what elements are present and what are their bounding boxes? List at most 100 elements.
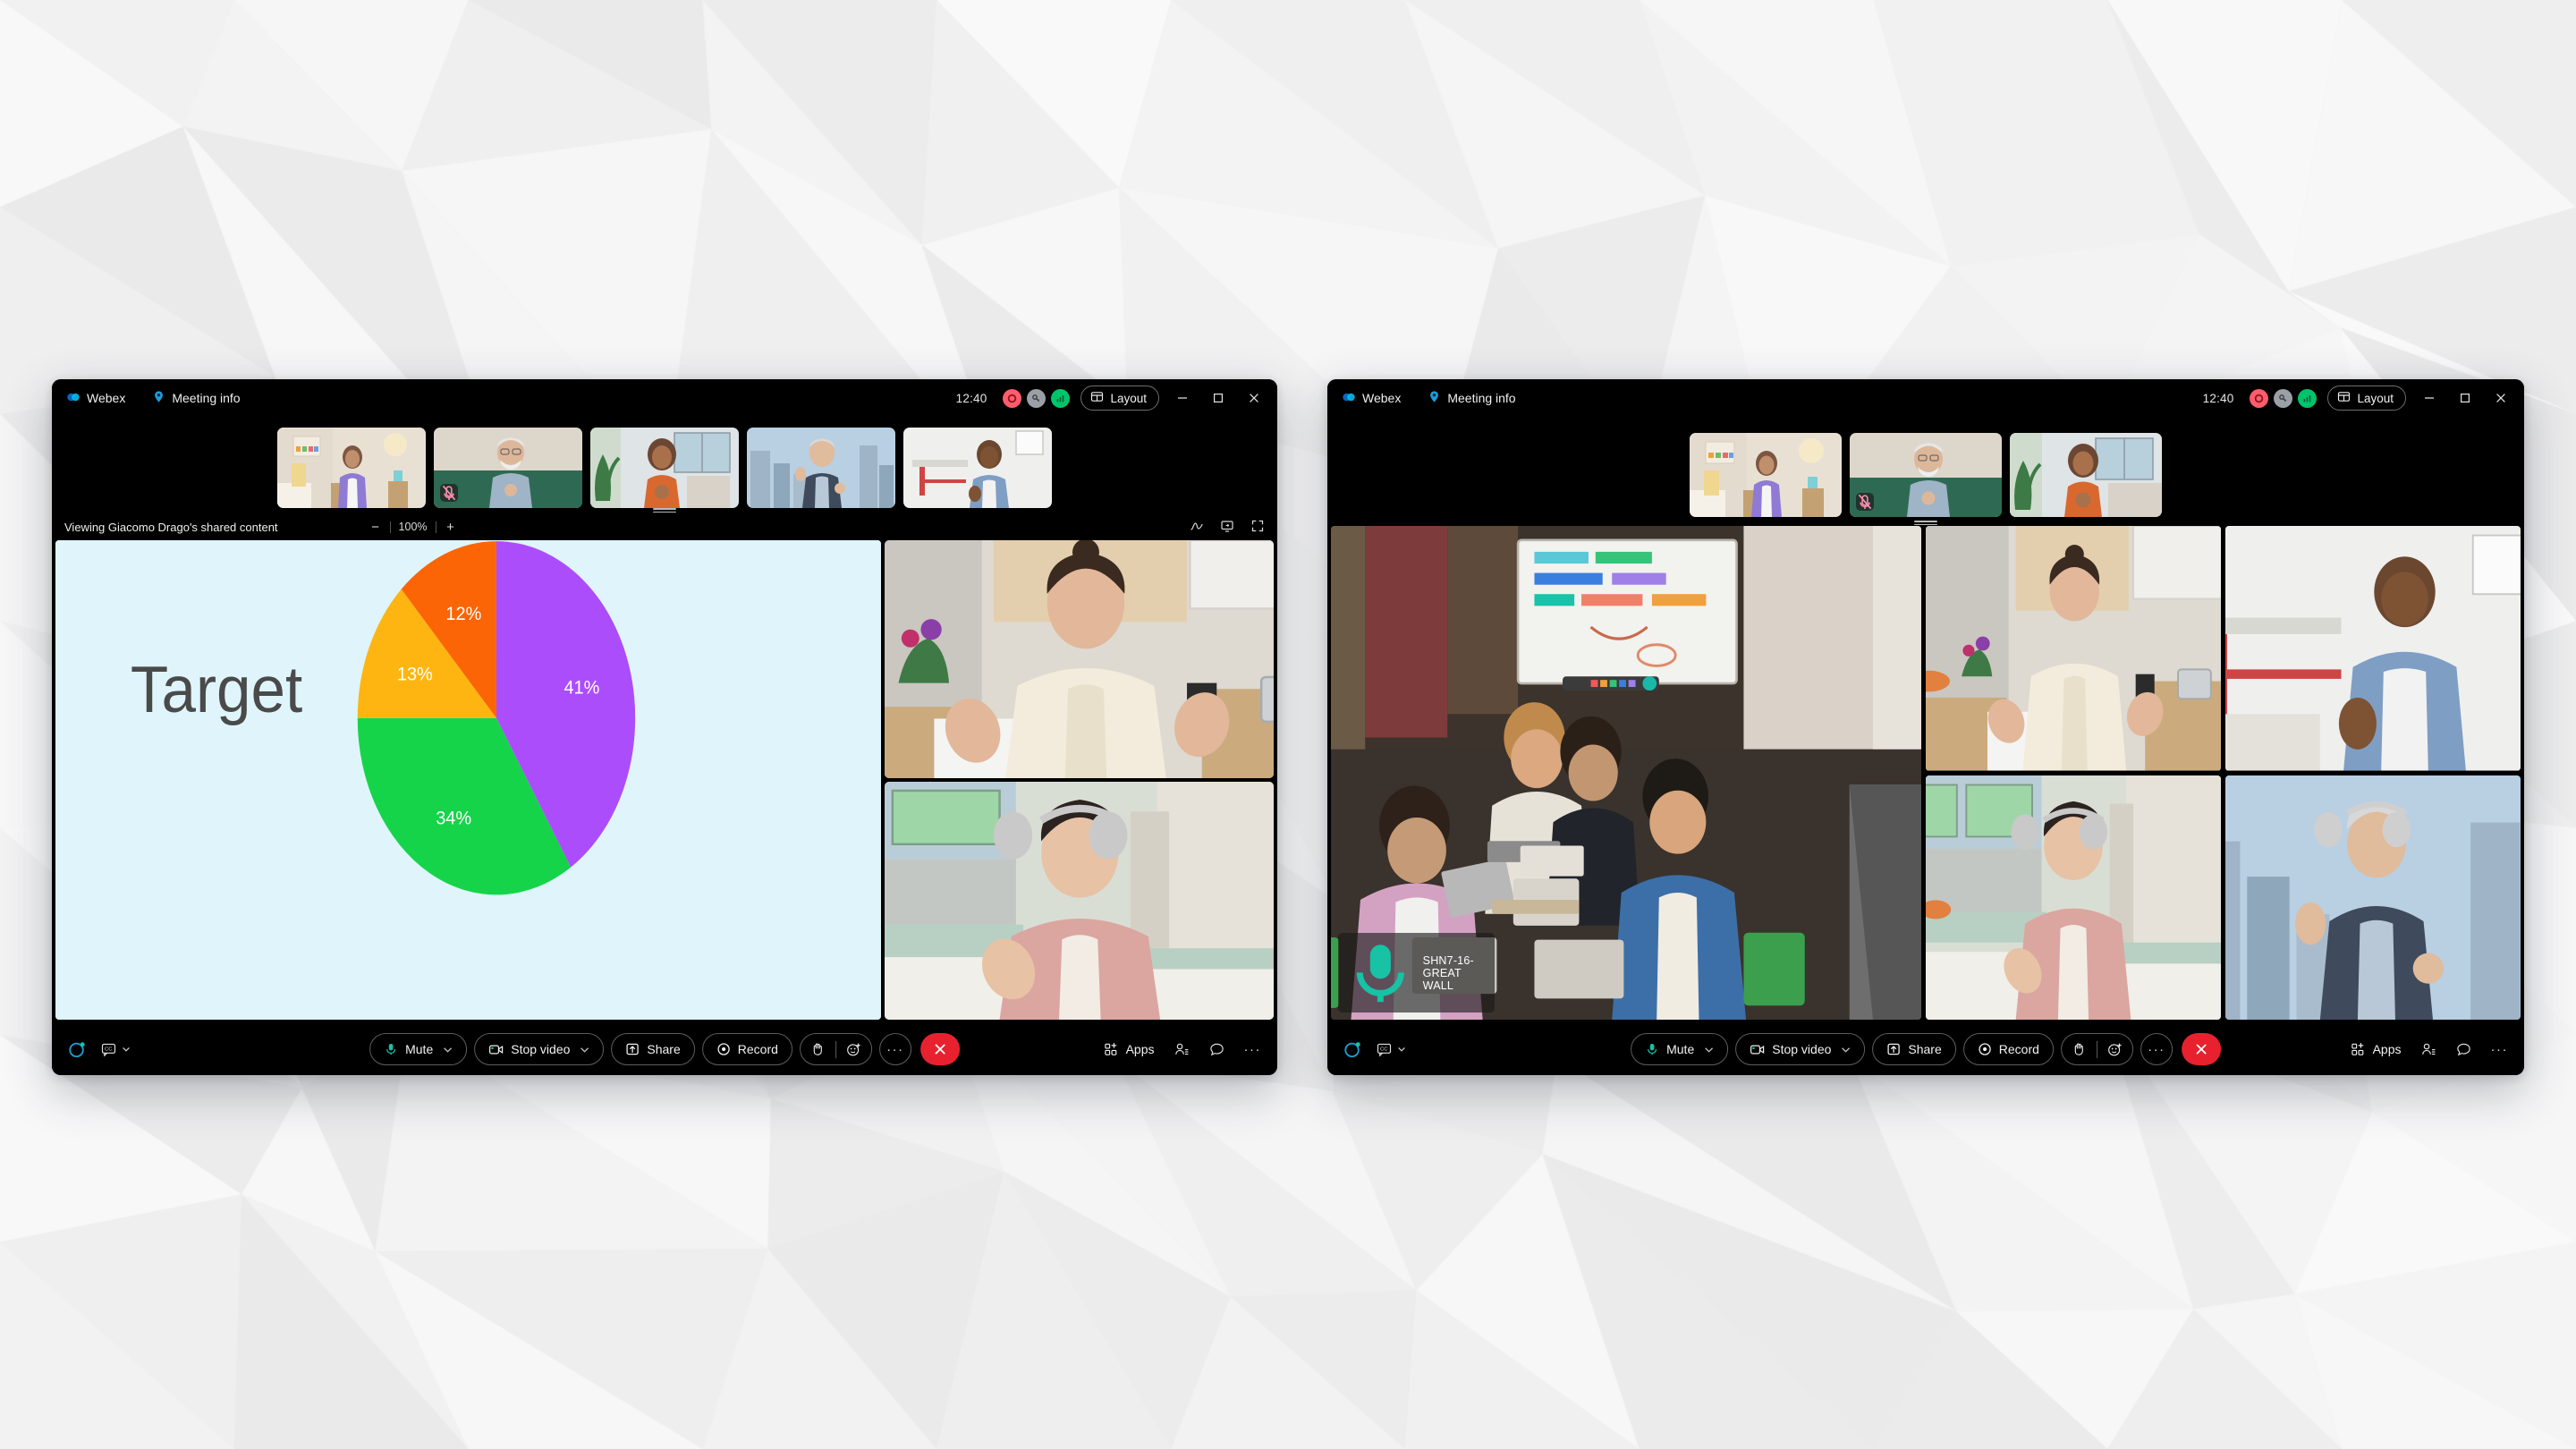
leave-meeting-button[interactable]	[919, 1033, 960, 1065]
participant-thumbnail[interactable]	[747, 428, 895, 508]
participant-video-tile[interactable]	[2225, 526, 2521, 771]
participant-thumbnail[interactable]	[277, 428, 426, 508]
closed-captions-button[interactable]: CC	[1377, 1042, 1406, 1057]
minimize-icon[interactable]	[2417, 386, 2442, 411]
primary-controls: Mute Stop video Share Record ···	[1631, 1033, 2221, 1065]
app-label: Webex	[87, 391, 126, 405]
closed-captions-button[interactable]: CC	[101, 1042, 131, 1057]
stop-video-button[interactable]: Stop video	[474, 1033, 605, 1065]
close-icon[interactable]	[1241, 386, 1267, 411]
more-controls-button[interactable]: ···	[878, 1033, 911, 1065]
room-system-video-tile[interactable]: SHN7-16-GREAT WALL	[1331, 526, 1921, 1020]
microphone-icon	[1648, 1044, 1657, 1055]
participant-thumbnail[interactable]	[2010, 433, 2162, 517]
lock-icon[interactable]	[1027, 388, 1046, 408]
layout-label: Layout	[1110, 391, 1147, 405]
participant-thumbnail[interactable]	[590, 428, 739, 508]
stop-video-label: Stop video	[511, 1042, 571, 1056]
svg-text:CC: CC	[105, 1046, 112, 1052]
titlebar: Webex Meeting info 12:40 Layout	[1327, 379, 2524, 417]
record-button[interactable]: Record	[701, 1033, 792, 1065]
leave-meeting-button[interactable]	[2181, 1033, 2221, 1065]
record-circle-icon	[717, 1043, 730, 1055]
webex-window-shared-content: Webex Meeting info 12:40 Layout Viewing …	[52, 379, 1277, 1075]
chevron-down-icon	[123, 1046, 130, 1052]
stop-video-button[interactable]: Stop video	[1735, 1033, 1866, 1065]
side-video-column	[885, 540, 1274, 1020]
apps-button[interactable]: Apps	[2351, 1042, 2402, 1057]
participant-filmstrip[interactable]	[1327, 417, 2524, 526]
leave-meeting-x-icon	[2196, 1044, 2207, 1055]
meeting-info-label: Meeting info	[172, 391, 241, 405]
participant-video-tile[interactable]	[1926, 775, 2221, 1020]
room-name-label: SHN7-16-GREAT WALL	[1422, 953, 1474, 992]
recording-indicator-icon[interactable]	[2250, 388, 2269, 408]
participant-video-tile[interactable]	[885, 782, 1274, 1020]
annotate-icon[interactable]	[1190, 519, 1204, 536]
webex-window-grid-layout: Webex Meeting info 12:40 Layout SHN7-16-…	[1327, 379, 2524, 1075]
status-indicators	[2250, 388, 2318, 408]
record-button[interactable]: Record	[1962, 1033, 2054, 1065]
maximize-icon[interactable]	[1206, 386, 1231, 411]
participants-icon[interactable]	[2421, 1042, 2436, 1057]
meeting-info-icon	[152, 390, 165, 406]
share-label: Share	[1908, 1042, 1942, 1056]
closed-captions-icon: CC	[101, 1043, 116, 1057]
muted-icon	[1856, 493, 1874, 511]
maximize-icon[interactable]	[2453, 386, 2478, 411]
layout-button[interactable]: Layout	[1080, 386, 1159, 411]
more-panels-button[interactable]: ···	[2491, 1043, 2509, 1056]
raise-hand-icon[interactable]	[2062, 1034, 2097, 1064]
reaction-smiley-plus-icon[interactable]	[2097, 1034, 2132, 1064]
mute-label: Mute	[405, 1042, 434, 1056]
reaction-smiley-plus-icon[interactable]	[836, 1034, 871, 1064]
recording-indicator-icon[interactable]	[1003, 388, 1022, 408]
camera-icon	[489, 1045, 504, 1054]
muted-icon	[440, 484, 458, 502]
signal-strength-icon[interactable]	[2298, 388, 2318, 408]
share-button[interactable]: Share	[1872, 1033, 1956, 1065]
fullscreen-icon[interactable]	[1250, 519, 1265, 536]
more-panels-button[interactable]: ···	[1244, 1043, 1262, 1056]
status-indicators	[1003, 388, 1071, 408]
more-controls-button[interactable]: ···	[2140, 1033, 2173, 1065]
participant-thumbnail[interactable]	[434, 428, 582, 508]
reactions-group	[799, 1033, 872, 1065]
meeting-info-button[interactable]: Meeting info	[152, 390, 241, 406]
ai-assistant-orb-icon[interactable]	[68, 1040, 87, 1059]
minimize-icon[interactable]	[1170, 386, 1195, 411]
chat-bubble-icon[interactable]	[1209, 1042, 1224, 1057]
participant-thumbnail[interactable]	[903, 428, 1052, 508]
apps-button[interactable]: Apps	[1104, 1042, 1155, 1057]
participant-video-tile[interactable]	[2225, 775, 2521, 1020]
participant-thumbnail[interactable]	[1690, 433, 1842, 517]
ai-assistant-orb-icon[interactable]	[1343, 1040, 1362, 1059]
shared-content-pane[interactable]: Target 41% 34% 13% 12%	[55, 540, 881, 1020]
zoom-level-value: 100%	[398, 521, 428, 533]
zoom-controls[interactable]: − 100% +	[369, 521, 457, 534]
mute-button[interactable]: Mute	[1631, 1033, 1729, 1065]
raise-hand-icon[interactable]	[801, 1034, 835, 1064]
participant-thumbnail[interactable]	[1850, 433, 2002, 517]
shared-content-header: Viewing Giacomo Drago's shared content −…	[52, 513, 1277, 540]
mute-button[interactable]: Mute	[369, 1033, 468, 1065]
signal-strength-icon[interactable]	[1051, 388, 1071, 408]
zoom-out-button[interactable]: −	[369, 521, 382, 534]
share-button[interactable]: Share	[611, 1033, 695, 1065]
participants-icon[interactable]	[1174, 1042, 1190, 1057]
apps-grid-plus-icon	[2351, 1042, 2363, 1055]
participant-filmstrip[interactable]	[52, 417, 1277, 513]
zoom-in-button[interactable]: +	[445, 521, 457, 534]
present-screen-icon[interactable]	[1220, 519, 1234, 536]
pie-slice-label: 41%	[564, 677, 599, 699]
meeting-info-button[interactable]: Meeting info	[1428, 390, 1516, 406]
participant-video-tile[interactable]	[885, 540, 1274, 778]
webex-logo-icon	[1342, 390, 1356, 407]
chat-bubble-icon[interactable]	[2456, 1042, 2471, 1057]
app-label: Webex	[1362, 391, 1402, 405]
filmstrip-resize-handle[interactable]	[653, 508, 676, 514]
close-icon[interactable]	[2488, 386, 2513, 411]
lock-icon[interactable]	[2274, 388, 2293, 408]
participant-video-tile[interactable]	[1926, 526, 2221, 771]
layout-button[interactable]: Layout	[2327, 386, 2406, 411]
